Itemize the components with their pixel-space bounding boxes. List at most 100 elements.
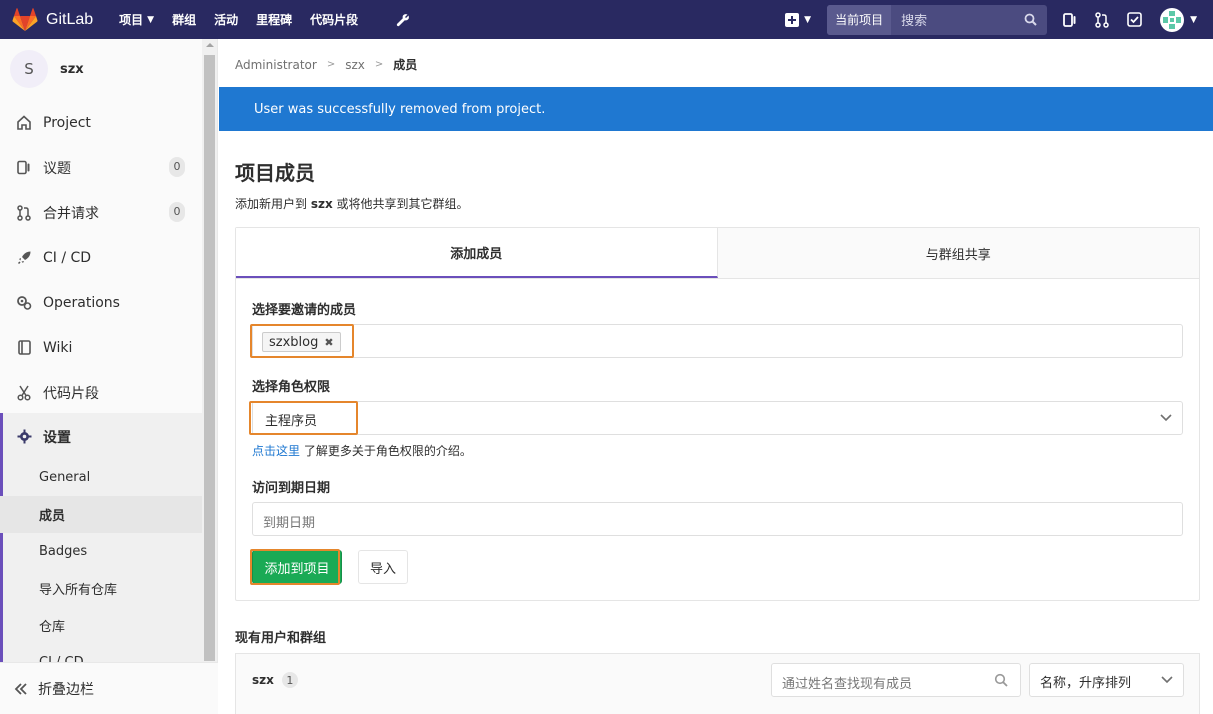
sidebar-scrollbar[interactable]	[202, 39, 217, 714]
highlight-box	[250, 324, 354, 358]
sidebar-item-label: 代码片段	[43, 385, 99, 402]
members-section-title: 现有用户和群组	[235, 631, 327, 646]
add-member-panel: 添加成员 与群组共享 选择要邀请的成员 szxblog ✖ 选择角色权限 主程序…	[235, 227, 1200, 601]
tab-share-with-group[interactable]: 与群组共享	[717, 228, 1199, 278]
project-avatar: S	[10, 50, 48, 88]
sidebar-item-operations[interactable]: Operations	[0, 280, 203, 325]
chevron-down-icon	[1161, 676, 1173, 684]
nav-activity[interactable]: 活动	[214, 11, 238, 28]
page-title: 项目成员	[235, 161, 315, 185]
admin-wrench-icon[interactable]	[396, 13, 410, 27]
sidebar-item-label: CI / CD	[43, 249, 92, 266]
nav-milestones[interactable]: 里程碑	[256, 11, 292, 28]
tab-add-member[interactable]: 添加成员	[236, 228, 718, 278]
sidebar-item-label: Wiki	[43, 339, 73, 356]
sort-selected-value: 名称，升序排列	[1040, 676, 1132, 691]
expires-label: 访问到期日期	[252, 481, 331, 496]
gitlab-logo[interactable]: GitLab	[12, 0, 93, 39]
new-dropdown-button[interactable]: ▼	[785, 12, 811, 27]
sidebar-item-merge-requests[interactable]: 合并请求 0	[0, 190, 203, 235]
top-navbar: GitLab 项目 ▼ 群组 活动 里程碑 代码片段 ▼ 当前项目 搜索 ▼	[0, 0, 1213, 39]
search-icon	[994, 673, 1008, 687]
role-help-text: 点击这里 了解更多关于角色权限的介绍。	[252, 442, 472, 459]
nav-groups[interactable]: 群组	[172, 11, 196, 28]
import-button[interactable]: 导入	[358, 550, 408, 584]
settings-gear-icon	[14, 429, 34, 444]
desc-project: szx	[310, 197, 333, 211]
breadcrumb-project[interactable]: szx	[345, 58, 365, 72]
sidebar-item-label: 议题	[43, 160, 71, 177]
sidebar-item-label: Project	[43, 114, 91, 131]
cloud-gear-icon	[14, 295, 34, 310]
count-badge: 0	[169, 202, 185, 222]
member-search-placeholder: 通过姓名查找现有成员	[782, 677, 913, 692]
nav-snippets[interactable]: 代码片段	[310, 11, 358, 28]
role-select[interactable]: 主程序员	[252, 401, 1183, 435]
sidebar-item-label: Operations	[43, 294, 120, 311]
scroll-up-arrow-icon[interactable]	[206, 43, 214, 47]
double-chevron-left-icon	[14, 682, 28, 695]
plus-square-icon	[785, 12, 800, 27]
highlight-box	[249, 401, 358, 435]
desc-suffix: 或将他共享到其它群组。	[332, 197, 469, 211]
sidebar-sub-import-repos[interactable]: 导入所有仓库	[0, 570, 203, 607]
sidebar-item-label: 合并请求	[43, 205, 99, 222]
count-badge: 0	[169, 157, 185, 177]
sidebar-item-project[interactable]: Project	[0, 100, 203, 145]
scroll-thumb[interactable]	[204, 55, 215, 661]
sidebar-sub-badges[interactable]: Badges	[0, 533, 203, 570]
sidebar-sub-general[interactable]: General	[0, 459, 203, 496]
breadcrumb-current[interactable]: 成员	[393, 56, 417, 73]
search-scope-badge[interactable]: 当前项目	[827, 4, 892, 35]
chevron-right-icon: >	[326, 59, 336, 70]
nav-projects-label: 项目	[119, 13, 144, 27]
home-icon	[14, 115, 34, 130]
expires-placeholder: 到期日期	[263, 516, 316, 531]
brand-name: GitLab	[46, 10, 94, 28]
chevron-down-icon: ▼	[147, 14, 155, 25]
issues-icon	[14, 160, 34, 175]
member-search-input[interactable]: 通过姓名查找现有成员	[771, 663, 1021, 697]
sidebar: S szx Project 议题 0 合并请求 0 CI / CD Operat…	[0, 39, 218, 714]
sidebar-item-ci-cd[interactable]: CI / CD	[0, 235, 203, 280]
expires-date-input[interactable]: 到期日期	[252, 502, 1183, 536]
breadcrumb-owner[interactable]: Administrator	[235, 58, 317, 72]
sidebar-item-wiki[interactable]: Wiki	[0, 325, 203, 370]
rocket-icon	[14, 250, 34, 265]
member-tabs: 添加成员 与群组共享	[236, 228, 1199, 279]
member-sort-dropdown[interactable]: 名称，升序排列	[1029, 663, 1184, 697]
collapse-label: 折叠边栏	[38, 681, 94, 698]
sidebar-project-header[interactable]: S szx	[0, 39, 203, 99]
page-description: 添加新用户到 szx 或将他共享到其它群组。	[235, 195, 469, 212]
project-name: szx	[60, 61, 84, 77]
nav-projects[interactable]: 项目 ▼	[119, 11, 154, 28]
collapse-sidebar-button[interactable]: 折叠边栏	[0, 662, 218, 714]
chevron-down-icon	[1160, 414, 1172, 422]
user-avatar	[1160, 7, 1185, 32]
todo-check-icon[interactable]	[1127, 12, 1142, 27]
sidebar-item-issues[interactable]: 议题 0	[0, 145, 203, 190]
issues-nav-icon[interactable]	[1063, 12, 1077, 28]
members-count-badge: 1	[281, 672, 298, 688]
sidebar-item-label: 设置	[43, 429, 71, 446]
desc-prefix: 添加新用户到	[235, 197, 311, 211]
merge-request-nav-icon[interactable]	[1095, 11, 1109, 28]
sidebar-sub-members[interactable]: 成员	[0, 496, 203, 533]
flash-message: User was successfully removed from proje…	[254, 101, 546, 117]
sidebar-item-settings[interactable]: 设置	[0, 414, 203, 459]
chevron-down-icon: ▼	[1190, 14, 1197, 25]
user-menu[interactable]: ▼	[1160, 7, 1197, 32]
sidebar-item-snippets[interactable]: 代码片段	[0, 370, 203, 415]
search-input[interactable]: 搜索	[891, 10, 1024, 29]
invite-label: 选择要邀请的成员	[252, 303, 357, 318]
role-label: 选择角色权限	[252, 380, 331, 395]
sidebar-sub-repository[interactable]: 仓库	[0, 607, 203, 644]
chevron-right-icon: >	[374, 59, 384, 70]
role-help-suffix: 了解更多关于角色权限的介绍。	[300, 444, 472, 458]
global-search[interactable]: 当前项目 搜索	[827, 4, 1048, 35]
role-help-link[interactable]: 点击这里	[252, 444, 300, 458]
group-name-label: szx	[252, 673, 274, 687]
invite-members-input[interactable]: szxblog ✖	[252, 324, 1183, 358]
search-icon	[1024, 13, 1037, 26]
flash-notice: User was successfully removed from proje…	[219, 87, 1213, 131]
